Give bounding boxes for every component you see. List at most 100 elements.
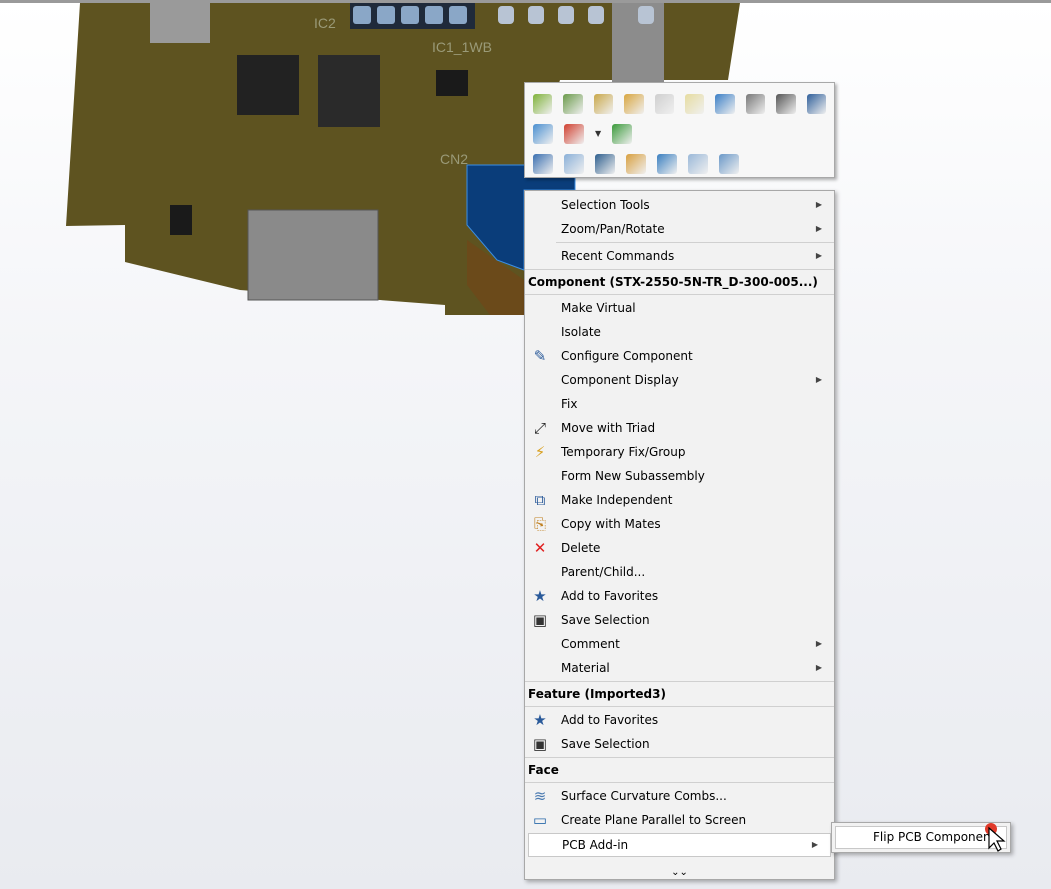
chip-small — [170, 205, 192, 235]
label-ic1: IC1_1WB — [432, 39, 492, 55]
menu-item-surface-curvature-combs[interactable]: ≋ Surface Curvature Combs... — [525, 784, 834, 808]
isolate-icon[interactable] — [688, 154, 708, 174]
menu-item-label: Move with Triad — [561, 421, 656, 435]
insert-component-icon[interactable] — [563, 94, 583, 114]
mates-icon[interactable] — [745, 94, 766, 114]
menu-item-label: Add to Favorites — [561, 589, 659, 603]
appearance-icon[interactable] — [564, 124, 584, 144]
menu-item-label: PCB Add-in — [562, 838, 629, 852]
normal-to-icon[interactable] — [626, 154, 646, 174]
open-part-icon[interactable] — [533, 94, 553, 114]
move-down-icon[interactable] — [715, 94, 735, 114]
submenu-arrow-icon: ▶ — [815, 375, 822, 384]
context-toolbar-row: ▼ — [533, 119, 826, 149]
make-independent-icon: ⧉ — [534, 491, 546, 509]
connector-left — [150, 3, 210, 43]
context-menu: Selection Tools ▶ Zoom/Pan/Rotate ▶ Recent C… — [524, 190, 835, 880]
menu-item-selection-tools[interactable]: Selection Tools ▶ — [525, 193, 834, 217]
label-cn2: CN2 — [440, 151, 468, 167]
menu-item-create-plane-parallel-to-screen[interactable]: ▭ Create Plane Parallel to Screen — [525, 808, 834, 832]
menu-item-pcb-add-in[interactable]: PCB Add-in ▶ — [528, 833, 831, 857]
submenu-arrow-icon: ▶ — [815, 663, 822, 672]
menu-item-label: Surface Curvature Combs... — [561, 789, 727, 803]
menu-item-save-selection[interactable]: ▣ Save Selection — [525, 608, 834, 632]
menu-separator — [525, 681, 834, 682]
menu-separator — [525, 269, 834, 270]
menu-item-form-new-subassembly[interactable]: Form New Subassembly — [525, 464, 834, 488]
context-toolbar-row — [533, 149, 826, 179]
menu-item-material[interactable]: Material ▶ — [525, 656, 834, 680]
expand-menu-chevron-icon[interactable]: ⌄⌄ — [525, 861, 834, 885]
menu-item-isolate[interactable]: Isolate — [525, 320, 834, 344]
menu-item-delete[interactable]: ✕ Delete — [525, 536, 834, 560]
heads-up-view-toolbar — [350, 3, 475, 29]
zoom-fit-icon[interactable] — [353, 6, 371, 24]
save-selection-icon: ▣ — [532, 735, 548, 753]
sketch-icon[interactable] — [564, 154, 584, 174]
view-settings-icon[interactable] — [638, 6, 654, 24]
menu-item-temporary-fix-group[interactable]: ⚡ Temporary Fix/Group — [525, 440, 834, 464]
show-icon[interactable] — [685, 94, 705, 114]
menu-item-zoom-pan-rotate[interactable]: Zoom/Pan/Rotate ▶ — [525, 217, 834, 241]
view-orientation-icon[interactable] — [719, 154, 739, 174]
menu-item-configure-component[interactable]: ✎ Configure Component — [525, 344, 834, 368]
menu-item-fix[interactable]: Fix — [525, 392, 834, 416]
appearances-menu-icon[interactable] — [612, 124, 632, 144]
menu-item-label: Flip PCB Component — [873, 830, 996, 844]
display-style-icon[interactable] — [528, 6, 544, 24]
menu-item-label: Form New Subassembly — [561, 469, 705, 483]
menu-item-label: Delete — [561, 541, 601, 555]
menu-item-component-display[interactable]: Component Display ▶ — [525, 368, 834, 392]
menu-section-header: Face — [528, 763, 559, 777]
menu-item-add-to-favorites[interactable]: ★ Add to Favorites — [525, 708, 834, 732]
chip-ic — [237, 55, 299, 115]
menu-item-label: Isolate — [561, 325, 601, 339]
menu-item-label: Copy with Mates — [561, 517, 661, 531]
submenu-arrow-icon: ▶ — [815, 224, 822, 233]
menu-item-label: Make Virtual — [561, 301, 636, 315]
menu-item-move-with-triad[interactable]: ⤢ Move with Triad — [525, 416, 834, 440]
insert-reference-icon[interactable] — [657, 154, 677, 174]
menu-item-make-independent[interactable]: ⧉ Make Independent — [525, 488, 834, 512]
menu-item-parent-child[interactable]: Parent/Child... — [525, 560, 834, 584]
menu-separator — [525, 757, 834, 758]
dropdown-arrow-icon[interactable]: ▼ — [595, 124, 601, 144]
hide-component-icon[interactable] — [654, 94, 675, 114]
chip-ic2 — [318, 55, 380, 127]
menu-separator — [525, 706, 834, 707]
menu-item-flip-pcb-component[interactable]: Flip PCB Component — [835, 826, 1007, 849]
triad-icon: ⤢ — [533, 419, 546, 437]
menu-item-save-selection[interactable]: ▣ Save Selection — [525, 732, 834, 756]
menu-item-recent-commands[interactable]: Recent Commands ▶ — [525, 244, 834, 268]
previous-view-icon[interactable] — [401, 6, 419, 24]
apply-scene-icon[interactable] — [588, 6, 604, 24]
submenu-arrow-icon: ▶ — [815, 639, 822, 648]
menu-item-add-to-favorites[interactable]: ★ Add to Favorites — [525, 584, 834, 608]
edit-appearance-icon[interactable] — [533, 124, 553, 144]
menu-item-label: Comment — [561, 637, 620, 651]
menu-item-comment[interactable]: Comment ▶ — [525, 632, 834, 656]
view-mates-icon[interactable] — [776, 94, 796, 114]
label-ic2: IC2 — [314, 15, 336, 31]
chip-ic1 — [436, 70, 468, 96]
usb-connector — [247, 209, 379, 301]
view-orientation-icon[interactable] — [498, 6, 514, 24]
dynamic-annotation-icon[interactable] — [449, 6, 467, 24]
edit-component-icon[interactable] — [624, 94, 644, 114]
menu-item-label: Configure Component — [561, 349, 693, 363]
section-view-icon[interactable] — [425, 6, 443, 24]
menu-item-copy-with-mates[interactable]: ⎘ Copy with Mates — [525, 512, 834, 536]
menu-separator — [525, 294, 834, 295]
menu-item-label: Zoom/Pan/Rotate — [561, 222, 665, 236]
menu-item-label: Save Selection — [561, 737, 650, 751]
select-icon[interactable] — [533, 154, 553, 174]
zoom-to-selection-icon[interactable] — [595, 154, 615, 174]
menu-section-header: Component (STX-2550-5N-TR_D-300-005...) — [528, 275, 818, 289]
replace-component-icon[interactable] — [593, 94, 614, 114]
mouse-cursor-icon — [985, 823, 1006, 852]
menu-item-make-virtual[interactable]: Make Virtual — [525, 296, 834, 320]
edit-appearance-icon[interactable] — [558, 6, 574, 24]
plane-icon: ▭ — [532, 811, 548, 829]
zoom-area-icon[interactable] — [377, 6, 395, 24]
properties-icon[interactable] — [806, 94, 827, 114]
